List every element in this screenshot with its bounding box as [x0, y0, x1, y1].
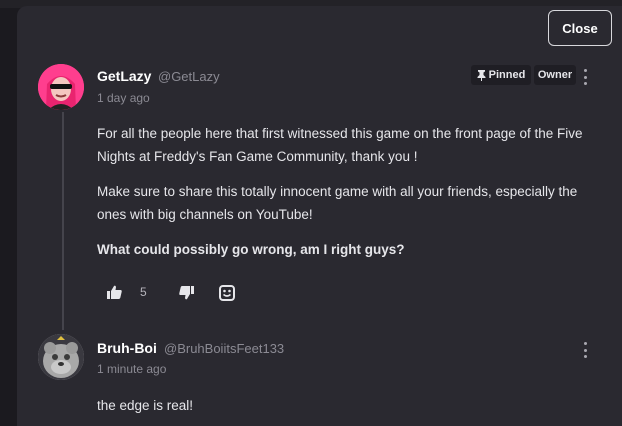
- owner-label: Owner: [537, 69, 573, 81]
- avatar[interactable]: [38, 64, 84, 110]
- pin-icon: [477, 69, 486, 81]
- more-vertical-icon[interactable]: [584, 342, 588, 358]
- comment-username[interactable]: Bruh-Boi: [97, 340, 157, 356]
- close-button[interactable]: Close: [548, 10, 612, 46]
- comment-paragraph: Make sure to share this totally innocent…: [97, 184, 578, 222]
- comment-paragraph: the edge is real!: [97, 398, 194, 413]
- avatar[interactable]: [38, 334, 84, 380]
- comment-handle: @GetLazy: [158, 69, 220, 84]
- comment-paragraph: For all the people here that first witne…: [97, 126, 583, 164]
- owner-badge: Owner: [534, 65, 576, 85]
- pinned-badge: Pinned: [471, 65, 531, 85]
- avatar-image: [38, 64, 84, 110]
- thread-line: [62, 112, 64, 330]
- comment-username[interactable]: GetLazy: [97, 68, 151, 84]
- thumbs-up-icon: [106, 285, 122, 299]
- comment-timestamp: 1 day ago: [97, 91, 150, 105]
- upvote-count: 5: [140, 285, 147, 299]
- reply-button[interactable]: [218, 284, 236, 302]
- upvote-button[interactable]: [106, 284, 122, 300]
- thumbs-down-icon: [178, 286, 194, 300]
- reply-icon: [219, 285, 235, 301]
- avatar-image: [38, 334, 84, 380]
- comment-timestamp: 1 minute ago: [97, 362, 167, 376]
- pinned-label: Pinned: [488, 69, 526, 81]
- comment-handle: @BruhBoiitsFeet133: [164, 341, 285, 356]
- comment-paragraph: What could possibly go wrong, am I right…: [97, 242, 405, 257]
- downvote-button[interactable]: [178, 285, 194, 301]
- more-vertical-icon[interactable]: [584, 69, 588, 85]
